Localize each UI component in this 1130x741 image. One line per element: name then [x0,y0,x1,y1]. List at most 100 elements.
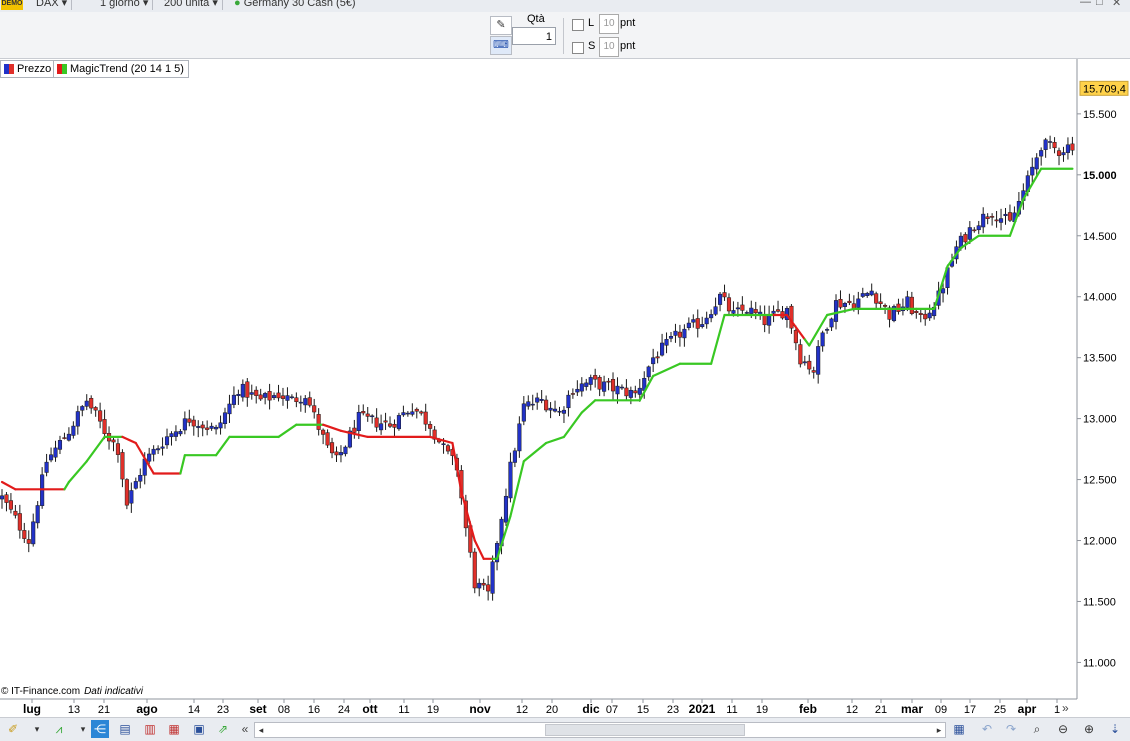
candle-body [387,423,393,427]
candle-body [26,539,31,544]
candle-body [93,407,98,411]
candle-body [1056,150,1062,156]
candle-body [4,494,9,503]
calendar-icon[interactable]: ▦ [950,720,968,738]
legend-price[interactable]: Prezzo [0,60,57,78]
candle-body [1007,212,1013,221]
candle-body [825,329,830,331]
x-tick-label: 25 [994,704,1006,716]
units-selector[interactable]: 200 unità ▾ [160,0,223,10]
list-icon[interactable]: ▥ [141,720,159,738]
candle-body [156,448,161,451]
indicator-chart-icon[interactable]: ⩘ [50,720,68,738]
candle-body [35,505,40,524]
long-pnt-input[interactable]: 10 [599,14,619,34]
long-pnt-label: pnt [620,17,636,29]
scrollbar-thumb[interactable] [545,724,745,736]
candle-body [129,490,134,504]
candle-body [80,406,85,411]
symbol-selector[interactable]: DAX ▾ [32,0,73,10]
download-icon[interactable]: ⇣ [1106,720,1124,738]
zoom-out-icon[interactable]: ⊖ [1054,720,1072,738]
x-tick-label: 15 [637,704,649,716]
candle-body [334,451,339,456]
candle-body [245,381,250,398]
x-tick-label: ago [136,702,157,716]
candle-body [816,346,821,375]
candle-body [289,396,294,399]
short-pnt-input[interactable]: 10 [599,37,619,57]
candle-body [31,521,36,545]
data-source: © IT-Finance.com Dati indicativi [1,686,143,697]
candle-body [227,403,232,415]
candle-body [1003,213,1008,216]
candle-body [811,370,816,373]
candle-body [138,474,143,482]
order-icon[interactable]: ▤ [116,720,134,738]
export-icon[interactable]: ⇗ [214,720,232,738]
candle-body [490,561,495,594]
candle-body [1065,144,1070,153]
candle-body [218,422,223,429]
short-checkbox[interactable] [572,42,584,54]
scroll-left-fast-icon[interactable]: « [236,720,254,738]
candle-body [267,391,272,401]
horizontal-scrollbar[interactable]: ◂ ▸ [254,722,946,738]
candle-body [236,394,241,396]
demo-badge: DEMO [1,0,23,10]
wrench-icon[interactable]: ✎ [490,16,512,35]
scroll-right-icon[interactable]: ▸ [933,723,945,737]
long-checkbox[interactable] [572,19,584,31]
timeframe-label: 1 giorno [100,0,140,9]
qty-input[interactable]: 1 [512,27,556,45]
candle-body [178,431,183,435]
x-axis: lug 13 21 ago 14 23 set 08 16 24 ott 11 19 nov 12 20 dic… [23,699,1060,716]
candle-body [575,388,580,393]
candle-body [57,440,63,450]
x-tick-label: 23 [667,704,679,716]
candle-body [878,301,883,304]
close-icon[interactable]: ✕ [1112,0,1121,9]
candle-body [838,298,843,308]
zoom-fit-icon[interactable]: ⌕ [1028,720,1046,738]
share-icon[interactable]: ⋲ [91,720,109,738]
draw-menu-chevron-icon[interactable]: ▾ [28,720,46,738]
candle-body [530,403,535,406]
x-scroll-right-icon[interactable]: » [1062,701,1069,715]
instrument-label[interactable]: ● Germany 30 Cash (5€) [230,0,360,10]
minimize-icon[interactable]: — [1080,0,1091,8]
candle-body [240,383,245,398]
screen-icon[interactable]: ▣ [190,720,208,738]
indicator-menu-chevron-icon[interactable]: ▾ [74,720,92,738]
legend-indicator[interactable]: MagicTrend (20 14 1 5) [53,60,189,78]
candle-body [263,393,268,398]
candle-body [307,397,312,406]
candle-body [272,395,277,399]
keyboard-icon[interactable]: ⌨ [490,36,512,55]
candle-body [998,218,1004,223]
price-swatch-icon [4,64,14,74]
x-tick-label: nov [469,702,491,716]
price-chart[interactable]: 11.000 11.500 12.000 12.500 13.000 13.500 14.0… [0,59,1130,716]
y-tick-label: 15.500 [1083,109,1117,121]
candle-body [120,452,125,480]
bars-icon[interactable]: ▦ [165,720,183,738]
candle-body [187,418,192,423]
y-tick-label: 11.000 [1083,657,1116,669]
candle-body [370,415,375,418]
draw-tool-icon[interactable]: ✐ [4,720,22,738]
candle-body [865,292,870,296]
candle-body [771,310,776,314]
zoom-in-icon[interactable]: ⊕ [1080,720,1098,738]
candle-body [557,410,562,413]
x-tick-label: 14 [188,704,200,716]
y-tick-label: 15.000 [1083,170,1117,182]
candle-body [829,318,834,328]
timeframe-selector[interactable]: 1 giorno ▾ [96,0,154,10]
redo-icon[interactable]: ↷ [1002,720,1020,738]
candle-body [588,377,593,385]
maximize-icon[interactable]: □ [1096,0,1103,8]
scroll-left-icon[interactable]: ◂ [255,723,267,737]
undo-icon[interactable]: ↶ [978,720,996,738]
candle-body [17,513,22,531]
